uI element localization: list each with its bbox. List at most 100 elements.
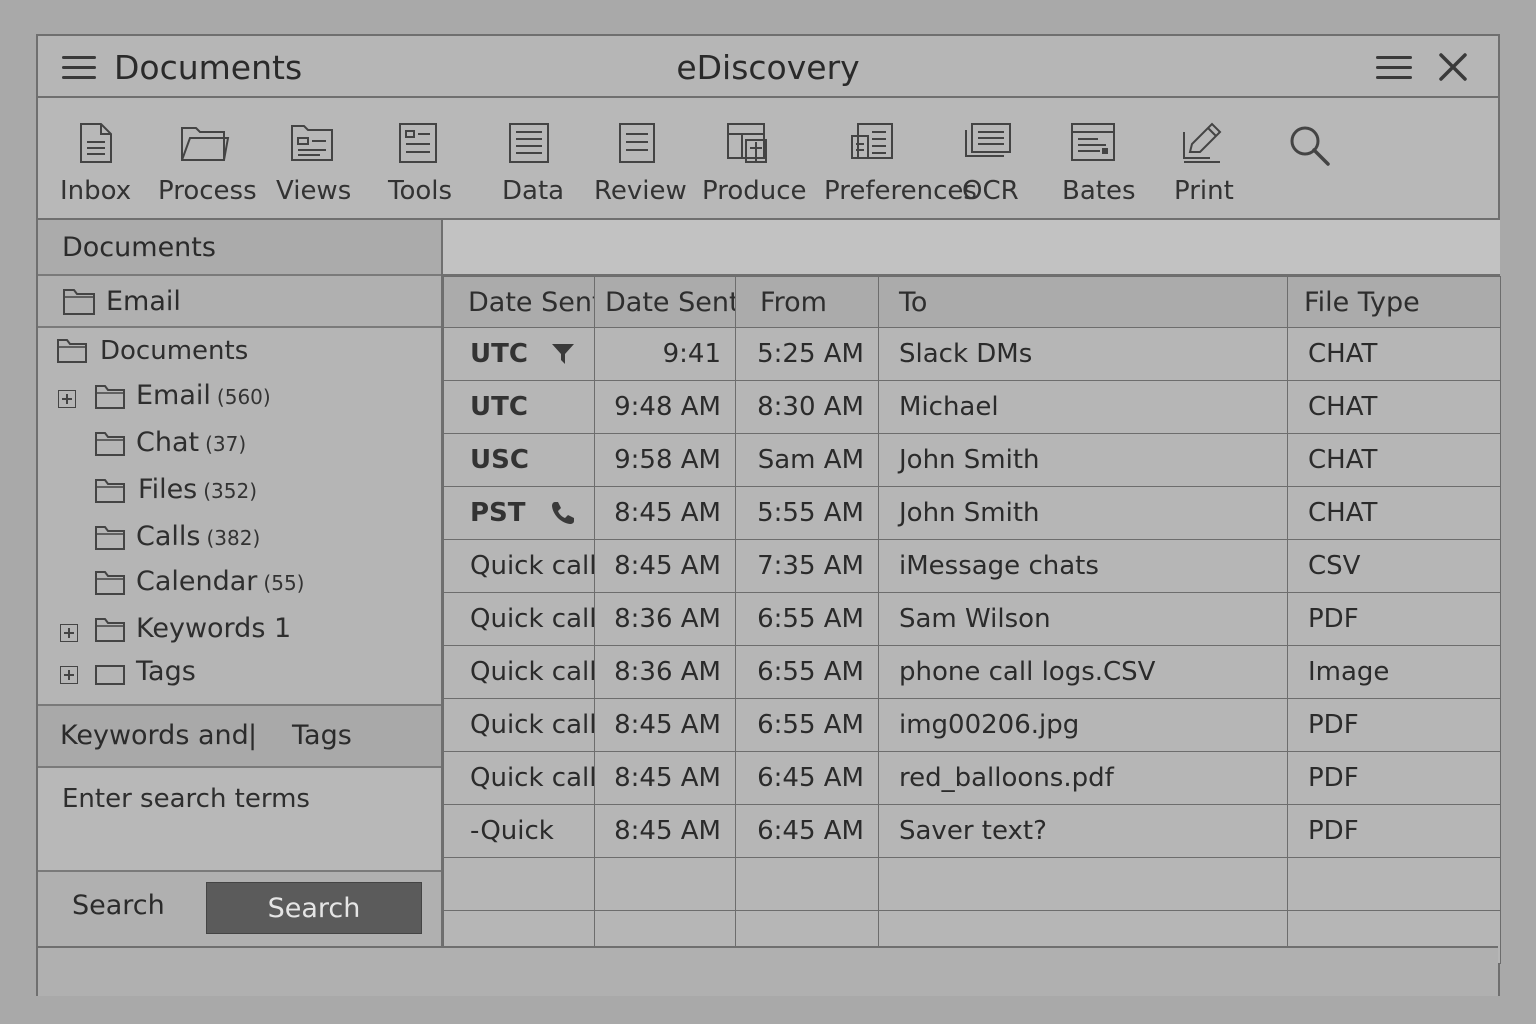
email-section[interactable]: Email bbox=[38, 276, 441, 328]
table-row[interactable]: USC 9:58 AM Sam AM John Smith CHAT bbox=[443, 433, 1501, 487]
toolbar-data-button[interactable]: Data bbox=[502, 98, 565, 218]
tree-item-label: Chat bbox=[136, 427, 200, 458]
cell-date-sent: 9:48 AM bbox=[594, 380, 736, 434]
produce-icon bbox=[727, 123, 767, 163]
navigation-pane: Documents Email Documents Email (560) Cha bbox=[38, 220, 443, 946]
folder-icon bbox=[95, 618, 125, 642]
cell-to: John Smith bbox=[878, 486, 1288, 540]
column-header-date-sent-2[interactable]: Date Sent bbox=[594, 276, 736, 328]
app-section-title: Documents bbox=[114, 48, 303, 87]
toolbar-preferences-button[interactable]: Preferences bbox=[824, 98, 977, 218]
cell-file-type: PDF bbox=[1287, 592, 1501, 646]
toolbar-tools-button[interactable]: Tools bbox=[388, 98, 452, 218]
views-icon bbox=[291, 125, 333, 161]
folder-icon bbox=[181, 127, 230, 161]
cell-to: Saver text? bbox=[878, 804, 1288, 858]
document-icon bbox=[80, 123, 112, 163]
toolbar-process-button[interactable]: Process bbox=[158, 98, 258, 218]
preferences-icon bbox=[851, 123, 893, 159]
tag-folder-icon bbox=[95, 665, 125, 685]
column-header-date-sent[interactable]: Date Sent bbox=[443, 276, 595, 328]
cell-date-sent: 8:36 AM bbox=[594, 645, 736, 699]
cell-date-sent: 8:45 AM bbox=[594, 804, 736, 858]
cell-from: 5:25 AM bbox=[735, 327, 879, 381]
toolbar-review-button[interactable]: Review bbox=[594, 98, 687, 218]
cell-zone: UTC bbox=[470, 392, 528, 422]
title-bar: Documents eDiscovery bbox=[38, 36, 1498, 98]
column-header-file-type[interactable]: File Type bbox=[1287, 276, 1501, 328]
tab-keywords[interactable]: Keywords and bbox=[60, 720, 249, 751]
toolbar-label: OCR bbox=[962, 176, 1019, 206]
cell-to: iMessage chats bbox=[878, 539, 1288, 593]
cell-from: 6:45 AM bbox=[735, 804, 879, 858]
search-icon bbox=[1290, 126, 1330, 166]
options-menu-icon[interactable] bbox=[1376, 56, 1412, 80]
cell-from: 6:55 AM bbox=[735, 645, 879, 699]
tab-separator: | bbox=[248, 720, 258, 751]
folder-icon bbox=[63, 289, 95, 315]
cell-to: Slack DMs bbox=[878, 327, 1288, 381]
table-row[interactable]: Quick call 8:45 AM 6:45 AM red_balloons.… bbox=[443, 751, 1501, 805]
print-icon bbox=[1183, 122, 1222, 163]
tab-tags[interactable]: Tags bbox=[292, 720, 352, 751]
cell-date-sent: 8:45 AM bbox=[594, 539, 736, 593]
search-label: Search bbox=[72, 890, 165, 921]
tree-item-count: (55) bbox=[263, 571, 305, 595]
cell-from: Sam AM bbox=[735, 433, 879, 487]
cell-to: red_balloons.pdf bbox=[878, 751, 1288, 805]
cell-from: 6:45 AM bbox=[735, 751, 879, 805]
toolbar-inbox-button[interactable]: Inbox bbox=[60, 98, 131, 218]
expand-keywords-toggle[interactable] bbox=[60, 624, 78, 642]
toolbar-label: Produce bbox=[702, 176, 807, 206]
cell-file-type: PDF bbox=[1287, 804, 1501, 858]
tree-item-count: (352) bbox=[203, 479, 258, 503]
search-terms-input[interactable] bbox=[38, 768, 441, 870]
table-row[interactable]: PST 8:45 AM 5:55 AM John Smith CHAT bbox=[443, 486, 1501, 540]
table-header-row: Date Sent Date Sent From To File Type bbox=[443, 276, 1501, 328]
folder-tree: Documents Email (560) Chat (37) Files (352) bbox=[38, 328, 441, 704]
toolbar-ocr-button[interactable]: OCR bbox=[962, 98, 1032, 218]
cell-subject: Quick call bbox=[443, 698, 595, 752]
toolbar-label: Review bbox=[594, 176, 687, 206]
toolbar-label: Data bbox=[502, 176, 565, 206]
cell-from: 8:30 AM bbox=[735, 380, 879, 434]
toolbar-label: Tools bbox=[388, 176, 453, 206]
tools-icon bbox=[399, 123, 437, 163]
tree-item-count: (37) bbox=[205, 432, 247, 456]
toolbar-search-button[interactable] bbox=[1284, 98, 1334, 218]
toolbar-views-button[interactable]: Views bbox=[276, 98, 351, 218]
table-row[interactable]: Quick call 8:36 AM 6:55 AM phone call lo… bbox=[443, 645, 1501, 699]
column-header-to[interactable]: To bbox=[878, 276, 1288, 328]
toolbar-print-button[interactable]: Print bbox=[1174, 98, 1234, 218]
status-bar bbox=[38, 946, 1498, 996]
table-row[interactable]: -Quick 8:45 AM 6:45 AM Saver text? PDF bbox=[443, 804, 1501, 858]
column-header-from[interactable]: From bbox=[735, 276, 879, 328]
toolbar-bates-button[interactable]: Bates bbox=[1062, 98, 1136, 218]
cell-from: 6:55 AM bbox=[735, 698, 879, 752]
search-button[interactable]: Search bbox=[206, 882, 422, 934]
table-row[interactable]: UTC 9:48 AM 8:30 AM Michael CHAT bbox=[443, 380, 1501, 434]
keywords-tags-tabs: Keywords and | Tags bbox=[38, 704, 441, 768]
table-row[interactable]: Quick call 8:45 AM 7:35 AM iMessage chat… bbox=[443, 539, 1501, 593]
cell-subject: Quick call bbox=[443, 751, 595, 805]
data-icon bbox=[509, 123, 549, 163]
cell-file-type: PDF bbox=[1287, 751, 1501, 805]
table-row[interactable]: Quick call 8:45 AM 6:55 AM img00206.jpg … bbox=[443, 698, 1501, 752]
toolbar-label: Preferences bbox=[824, 176, 977, 206]
expand-email-toggle[interactable] bbox=[58, 390, 76, 408]
table-row[interactable]: Quick call 8:36 AM 6:55 AM Sam Wilson PD… bbox=[443, 592, 1501, 646]
toolbar-label: Print bbox=[1174, 176, 1234, 206]
menu-icon[interactable] bbox=[62, 56, 96, 80]
table-row[interactable]: UTC 9:41 5:25 AM Slack DMs CHAT bbox=[443, 327, 1501, 381]
cell-to: Michael bbox=[878, 380, 1288, 434]
expand-tags-toggle[interactable] bbox=[60, 666, 78, 684]
toolbar-produce-button[interactable]: Produce bbox=[702, 98, 807, 218]
main-toolbar: Inbox Process Views Tools Data Review Pr… bbox=[38, 98, 1498, 220]
folder-icon bbox=[57, 339, 87, 363]
close-icon[interactable] bbox=[1436, 50, 1470, 84]
cell-zone: UTC bbox=[470, 339, 528, 369]
cell-subject: Quick call bbox=[443, 645, 595, 699]
pane-header: Documents bbox=[38, 220, 441, 276]
cell-file-type: CHAT bbox=[1287, 486, 1501, 540]
folder-icon bbox=[95, 571, 125, 595]
